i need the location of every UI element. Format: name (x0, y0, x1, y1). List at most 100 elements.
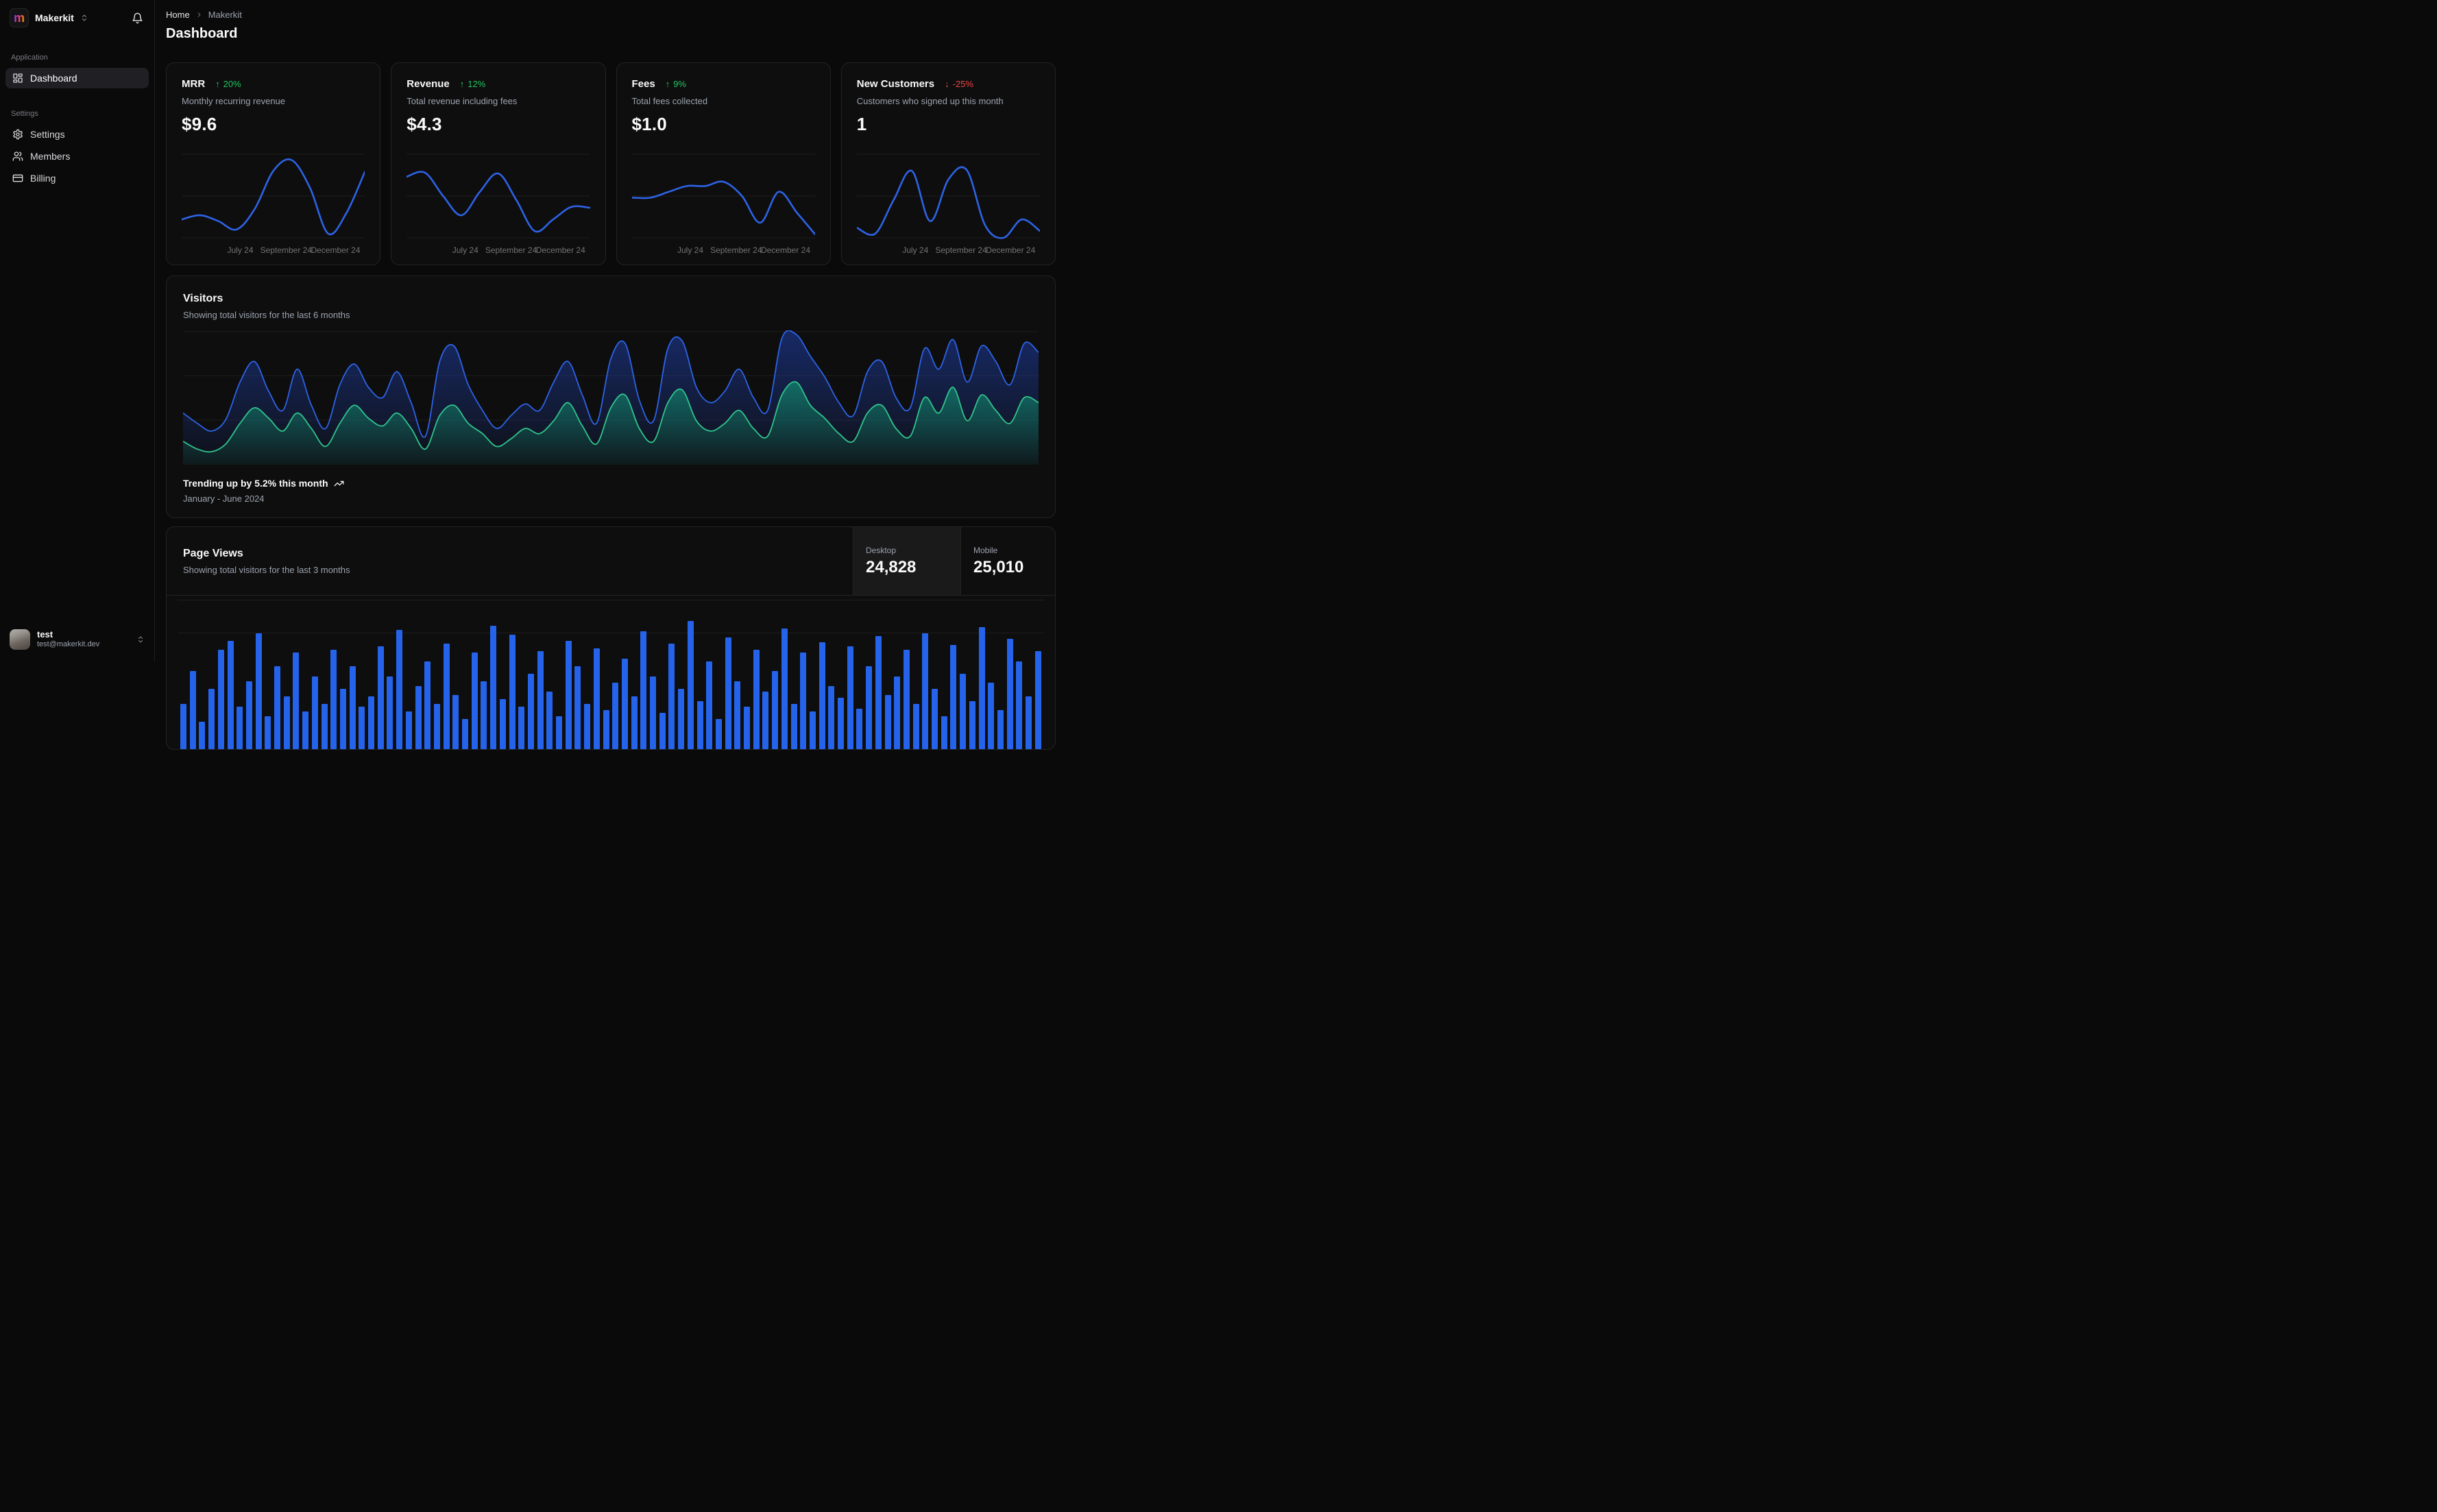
bar (584, 704, 591, 750)
bar (574, 666, 581, 750)
bar (734, 681, 741, 750)
bar (960, 674, 967, 750)
bar (255, 633, 262, 750)
arrow-down-icon: ↓ (945, 79, 949, 90)
bar (856, 709, 863, 750)
bar (725, 637, 731, 750)
user-menu[interactable]: test test@makerkit.dev (5, 626, 149, 653)
toggle-value: 25,010 (973, 557, 1024, 576)
breadcrumb-home-link[interactable]: Home (166, 10, 190, 20)
bar (687, 621, 694, 750)
bar (800, 653, 807, 750)
dashboard-icon (12, 73, 23, 84)
trend-badge-down: ↓ -25% (945, 79, 973, 89)
stat-title: New Customers (856, 78, 935, 90)
bar (330, 650, 337, 750)
toggle-desktop[interactable]: Desktop 24,828 (853, 527, 960, 596)
stat-subtitle: Monthly recurring revenue (182, 96, 286, 107)
stat-value: $1.0 (631, 114, 667, 135)
bar (772, 671, 779, 750)
chevrons-up-down-icon[interactable] (80, 14, 88, 22)
user-email: test@makerkit.dev (37, 640, 100, 649)
stat-card-revenue: Revenue ↑ 12% Total revenue including fe… (391, 62, 606, 266)
bar (894, 676, 901, 750)
sparkline-chart: July 24 September 24 December 24 (407, 151, 590, 256)
trend-value: -25% (952, 79, 973, 90)
bar (612, 683, 619, 750)
stat-cards-row: MRR ↑ 20% Monthly recurring revenue $9.6… (166, 62, 1056, 266)
bar (922, 633, 929, 750)
bar (866, 666, 873, 750)
trend-badge-up: ↑ 12% (460, 79, 486, 89)
stat-subtitle: Customers who signed up this month (856, 96, 1004, 107)
bar (349, 666, 356, 750)
bar (819, 642, 825, 750)
bell-icon[interactable] (130, 11, 145, 25)
bar (227, 641, 234, 750)
user-name: test (37, 629, 53, 639)
bar (452, 695, 459, 750)
stat-card-mrr: MRR ↑ 20% Monthly recurring revenue $9.6… (166, 62, 381, 266)
bar (565, 641, 572, 750)
trend-value: 20% (223, 79, 241, 90)
bar (659, 713, 666, 750)
workspace-name[interactable]: Makerkit (35, 12, 74, 23)
visitors-date-range: January - June 2024 (183, 493, 265, 504)
page-views-bar-chart (178, 598, 1044, 750)
bar (903, 650, 910, 750)
section-label-application: Application (11, 53, 48, 62)
stat-subtitle: Total fees collected (631, 96, 708, 107)
bar (912, 704, 919, 750)
bar (988, 683, 995, 750)
bar (180, 704, 186, 750)
visitors-subtitle: Showing total visitors for the last 6 mo… (183, 310, 350, 321)
bar (471, 653, 478, 750)
bar (1026, 696, 1032, 750)
toggle-mobile[interactable]: Mobile 25,010 (960, 527, 1055, 596)
bar (809, 711, 816, 750)
stat-value: $4.3 (407, 114, 442, 135)
bar (762, 692, 769, 750)
user-avatar (10, 629, 30, 650)
bar (875, 636, 882, 750)
bar (753, 650, 760, 750)
bar (509, 635, 516, 750)
bar (265, 716, 271, 750)
bar (978, 627, 985, 750)
bar (950, 645, 957, 750)
visitors-title: Visitors (183, 293, 223, 305)
sidebar-item-settings[interactable]: Settings (5, 124, 149, 145)
sidebar-item-members[interactable]: Members (5, 146, 149, 167)
chevrons-up-down-icon (136, 635, 145, 644)
sparkline-chart: July 24 September 24 December 24 (632, 151, 815, 256)
bar (387, 676, 393, 750)
bar (293, 653, 300, 750)
stat-title: MRR (182, 78, 206, 90)
bar (593, 648, 600, 750)
bar (668, 644, 675, 750)
gear-icon (12, 129, 23, 140)
sidebar-item-billing[interactable]: Billing (5, 168, 149, 188)
stat-title: Revenue (407, 78, 450, 90)
stat-value: 1 (856, 114, 867, 135)
stat-title: Fees (631, 78, 655, 90)
page-views-header: Page Views Showing total visitors for th… (167, 527, 1055, 596)
bar (650, 676, 656, 750)
bar (237, 707, 243, 750)
chevron-right-icon (195, 11, 203, 19)
bar (640, 631, 647, 750)
sidebar-item-dashboard[interactable]: Dashboard (5, 68, 149, 88)
bar (969, 701, 975, 750)
sparkline-chart: July 24 September 24 December 24 (182, 151, 365, 256)
bar (499, 699, 506, 750)
page-title: Dashboard (166, 26, 238, 41)
arrow-up-icon: ↑ (665, 79, 670, 90)
bar (706, 661, 713, 750)
bar (537, 651, 544, 750)
x-axis-labels: July 24 September 24 December 24 (227, 245, 361, 256)
bar (311, 676, 318, 750)
bar (481, 681, 487, 750)
toggle-value: 24,828 (866, 557, 917, 576)
bar (424, 661, 431, 750)
bar (217, 650, 224, 750)
